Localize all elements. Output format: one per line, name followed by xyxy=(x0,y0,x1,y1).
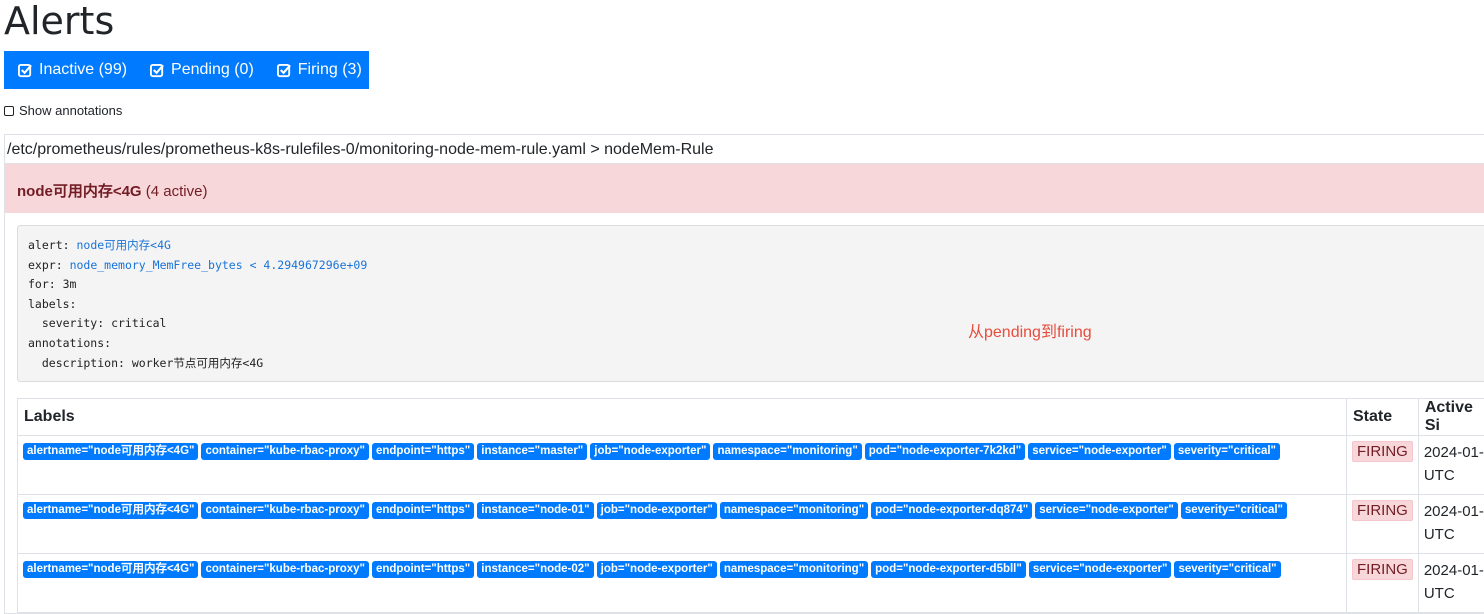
label-badge: alertname="node可用内存<4G" xyxy=(23,502,198,519)
label-badge: alertname="node可用内存<4G" xyxy=(23,561,198,578)
annotation-note: 从pending到firing xyxy=(968,318,1092,342)
rule-group-path: /etc/prometheus/rules/prometheus-k8s-rul… xyxy=(7,141,714,159)
state-cell: FIRING xyxy=(1347,554,1419,613)
rule-title: node可用内存<4G (4 active) xyxy=(17,180,207,201)
label-badge: container="kube-rbac-proxy" xyxy=(201,443,369,460)
rule-expr-key: expr: xyxy=(28,258,63,272)
filter-inactive-label: Inactive (99) xyxy=(39,61,127,79)
label-badge: endpoint="https" xyxy=(372,502,474,519)
filter-pending-label: Pending (0) xyxy=(171,61,254,79)
label-badge: endpoint="https" xyxy=(372,443,474,460)
label-badge: pod="node-exporter-dq874" xyxy=(871,502,1032,519)
show-annotations-label: Show annotations xyxy=(19,103,122,118)
label-badge: severity="critical" xyxy=(1181,502,1287,519)
rule-labels-key: labels: xyxy=(28,297,76,311)
active-since-date: 2024-01- xyxy=(1424,503,1484,520)
label-badge: alertname="node可用内存<4G" xyxy=(23,443,198,460)
label-badge: pod="node-exporter-7k2kd" xyxy=(865,443,1025,460)
rule-definition: alert: node可用内存<4G expr: node_memory_Mem… xyxy=(17,225,1484,382)
active-since-tz: UTC xyxy=(1424,585,1455,602)
rule-for: for: 3m xyxy=(28,277,76,291)
label-badge: job="node-exporter" xyxy=(597,561,717,578)
show-annotations-checkbox[interactable] xyxy=(4,106,14,116)
checkbox-checked-icon xyxy=(277,63,292,78)
label-badge: namespace="monitoring" xyxy=(720,502,868,519)
rule-annotations-key: annotations: xyxy=(28,336,111,350)
label-badge: severity="critical" xyxy=(1174,561,1280,578)
active-since-tz: UTC xyxy=(1424,526,1455,543)
label-badge: container="kube-rbac-proxy" xyxy=(201,561,369,578)
rule-name: node可用内存<4G xyxy=(17,183,142,200)
label-badge: instance="master" xyxy=(477,443,587,460)
page-title: Alerts xyxy=(4,0,114,44)
labels-cell: alertname="node可用内存<4G"container="kube-r… xyxy=(18,436,1347,495)
label-badge: service="node-exporter" xyxy=(1029,561,1172,578)
state-badge: FIRING xyxy=(1352,441,1413,462)
filter-firing-button[interactable]: Firing (3) xyxy=(263,51,371,89)
label-badge: container="kube-rbac-proxy" xyxy=(201,502,369,519)
checkbox-checked-icon xyxy=(150,63,165,78)
label-badge: namespace="monitoring" xyxy=(713,443,861,460)
label-badge: instance="node-02" xyxy=(477,561,593,578)
table-row: alertname="node可用内存<4G"container="kube-r… xyxy=(18,436,1484,495)
label-badge: namespace="monitoring" xyxy=(720,561,868,578)
label-badge: severity="critical" xyxy=(1174,443,1280,460)
alerts-table: Labels State Active Si alertname="node可用… xyxy=(17,398,1484,613)
active-since-cell: 2024-01- UTC xyxy=(1418,554,1484,613)
label-badge: service="node-exporter" xyxy=(1035,502,1178,519)
label-badge: job="node-exporter" xyxy=(597,502,717,519)
state-badge: FIRING xyxy=(1352,559,1413,580)
label-badge: service="node-exporter" xyxy=(1028,443,1171,460)
rule-alert-key: alert: xyxy=(28,238,70,252)
active-since-cell: 2024-01- UTC xyxy=(1418,495,1484,554)
state-cell: FIRING xyxy=(1347,436,1419,495)
rule-header[interactable]: node可用内存<4G (4 active) xyxy=(5,163,1484,213)
checkbox-checked-icon xyxy=(18,63,33,78)
active-since-date: 2024-01- xyxy=(1424,562,1484,579)
show-annotations-toggle[interactable]: Show annotations xyxy=(4,103,122,118)
label-badge: instance="node-01" xyxy=(477,502,593,519)
alert-state-filters: Inactive (99) Pending (0) Firing (3) xyxy=(4,51,369,89)
table-row: alertname="node可用内存<4G"container="kube-r… xyxy=(18,554,1484,613)
filter-pending-button[interactable]: Pending (0) xyxy=(136,51,263,89)
label-badge: pod="node-exporter-d5bll" xyxy=(871,561,1026,578)
rule-description: description: worker节点可用内存<4G xyxy=(28,356,263,370)
labels-cell: alertname="node可用内存<4G"container="kube-r… xyxy=(18,495,1347,554)
filter-inactive-button[interactable]: Inactive (99) xyxy=(4,51,136,89)
header-active-since: Active Si xyxy=(1418,399,1484,436)
table-header-row: Labels State Active Si xyxy=(18,399,1484,436)
rule-alert-link[interactable]: node可用内存<4G xyxy=(76,238,170,252)
header-labels: Labels xyxy=(18,399,1347,436)
state-cell: FIRING xyxy=(1347,495,1419,554)
header-state: State xyxy=(1347,399,1419,436)
rule-expr-link[interactable]: node_memory_MemFree_bytes < 4.294967296e… xyxy=(70,258,368,272)
rule-severity: severity: critical xyxy=(28,316,166,330)
labels-cell: alertname="node可用内存<4G"container="kube-r… xyxy=(18,554,1347,613)
rule-definition-code: alert: node可用内存<4G expr: node_memory_Mem… xyxy=(28,236,367,373)
label-badge: endpoint="https" xyxy=(372,561,474,578)
active-since-date: 2024-01- xyxy=(1424,444,1484,461)
table-row: alertname="node可用内存<4G"container="kube-r… xyxy=(18,495,1484,554)
rule-active-count: (4 active) xyxy=(146,183,208,200)
active-since-cell: 2024-01- UTC xyxy=(1418,436,1484,495)
active-since-tz: UTC xyxy=(1424,467,1455,484)
label-badge: job="node-exporter" xyxy=(590,443,710,460)
state-badge: FIRING xyxy=(1352,500,1413,521)
filter-firing-label: Firing (3) xyxy=(298,61,362,79)
